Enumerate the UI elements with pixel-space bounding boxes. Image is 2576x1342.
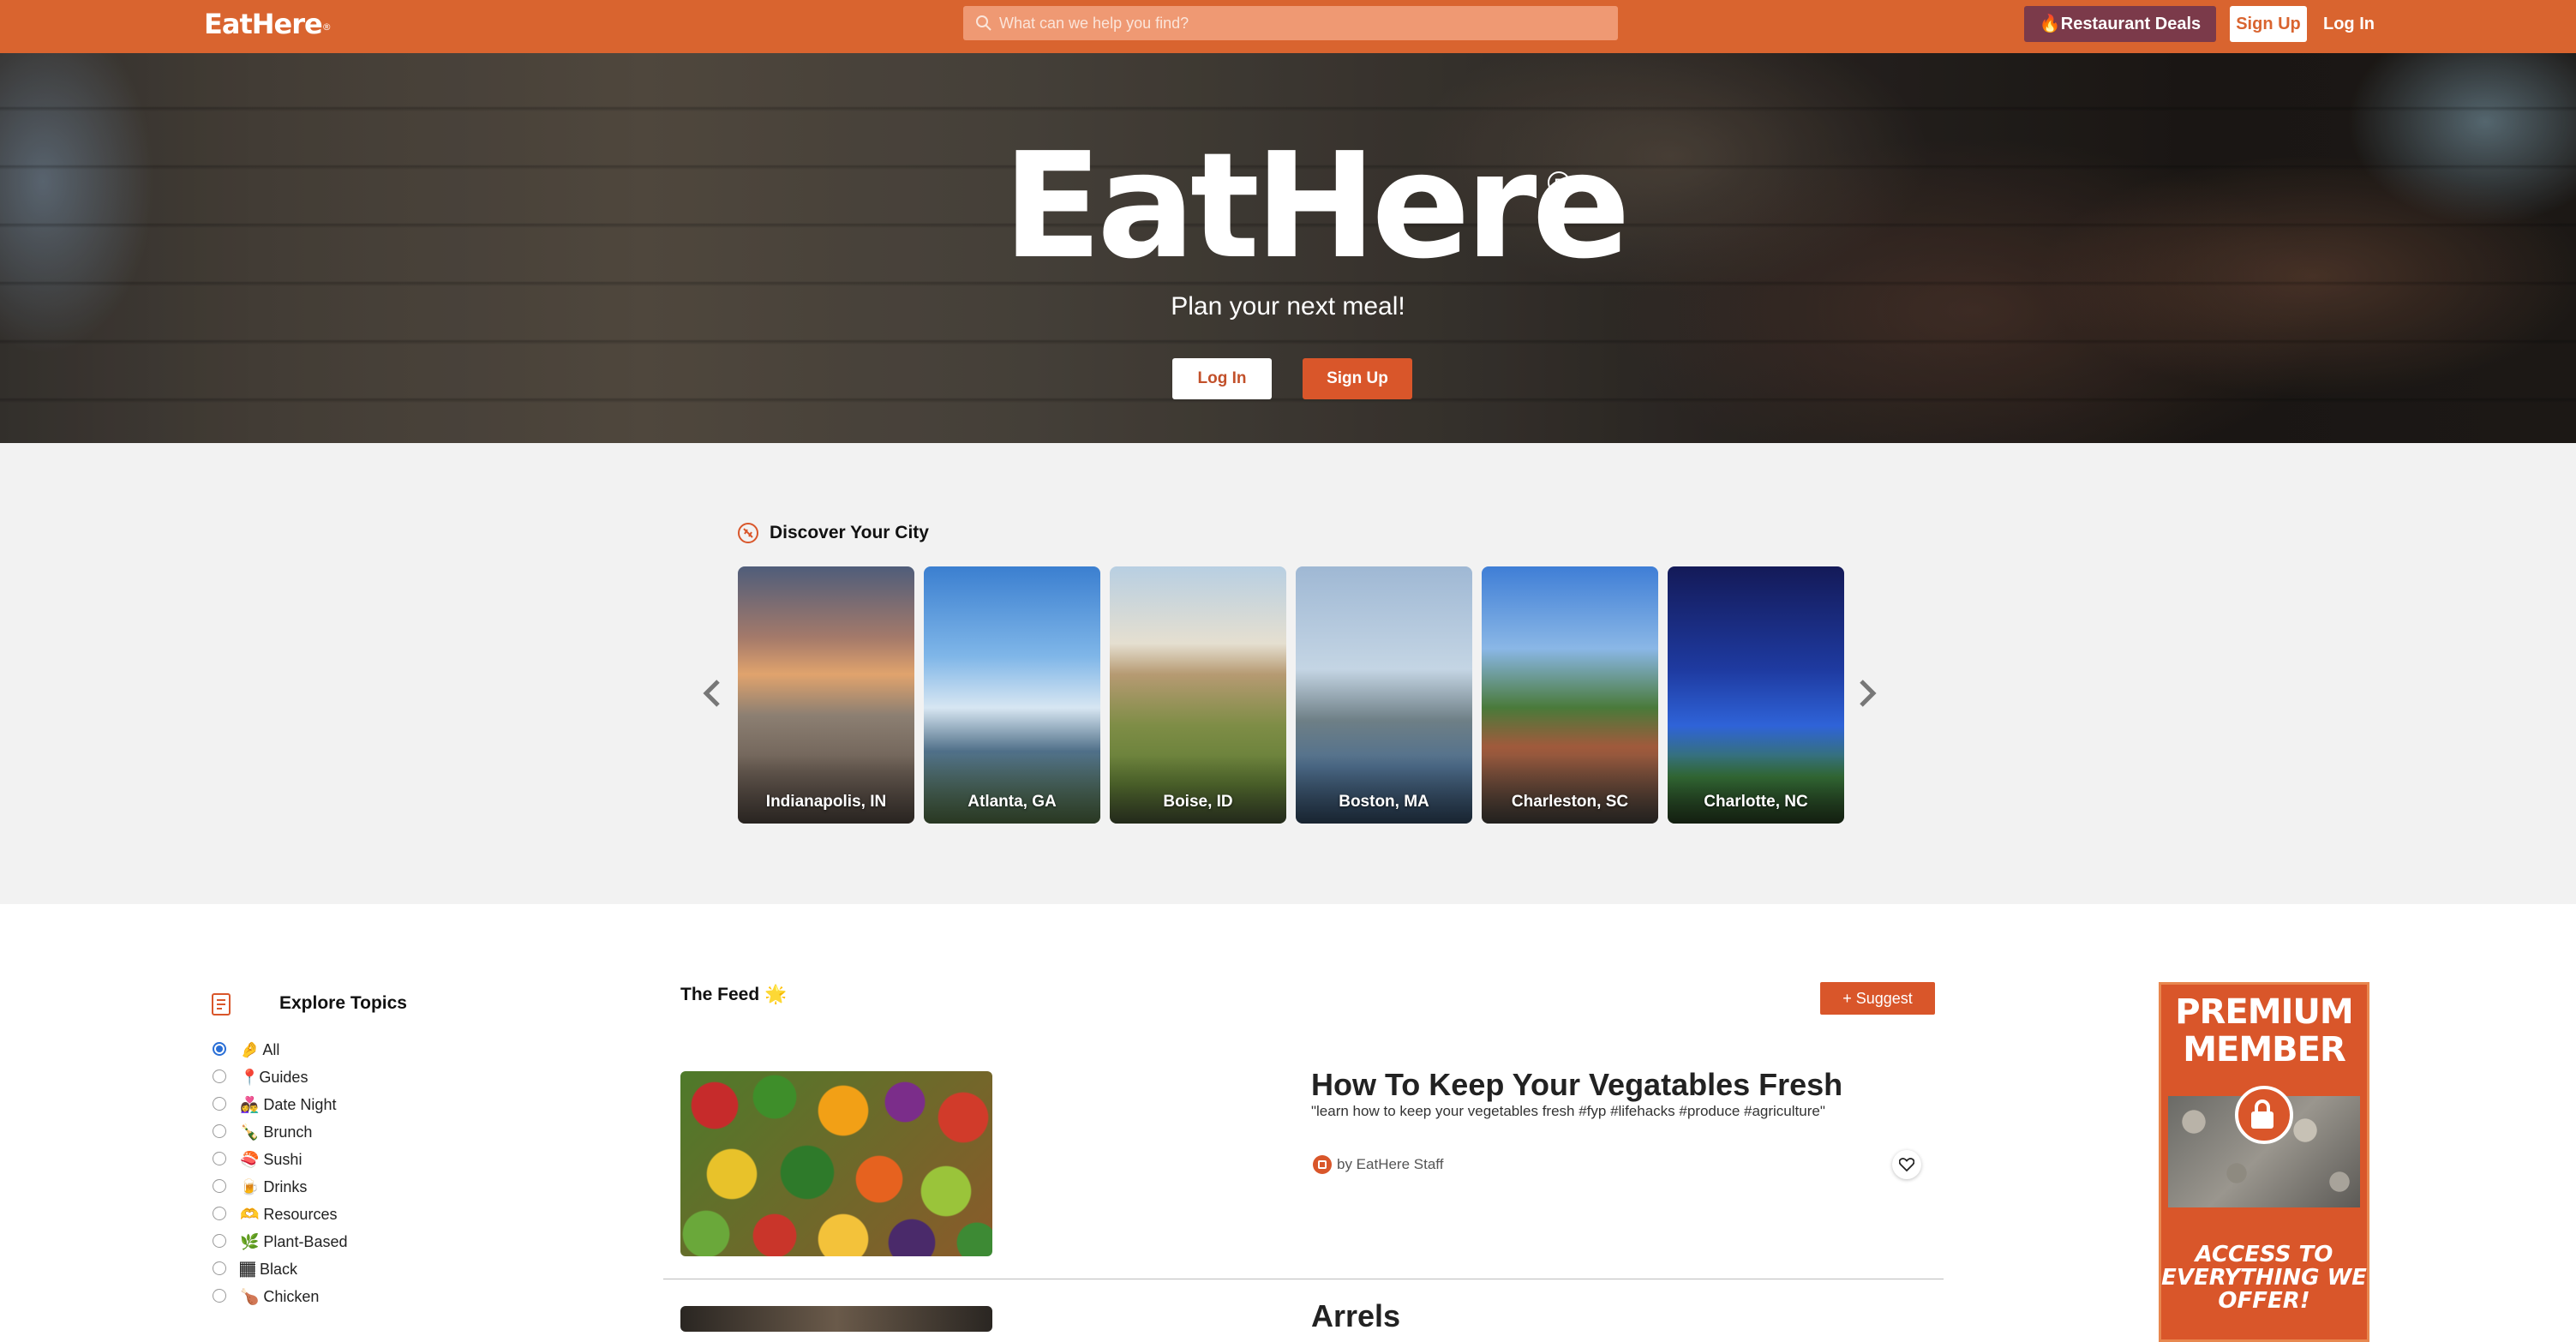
premium-member-ad[interactable]: PREMIUM MEMBER ACCESS TO EVERYTHING WE O… bbox=[2159, 982, 2369, 1342]
ad-headline: PREMIUM bbox=[2175, 992, 2353, 1032]
city-card-shade bbox=[924, 755, 1100, 824]
city-card-charlotte[interactable]: Charlotte, NC bbox=[1668, 566, 1844, 824]
author-avatar bbox=[1313, 1155, 1332, 1174]
hero-login-button[interactable]: Log In bbox=[1172, 358, 1272, 399]
top-navbar: EatHere® 🔥Restaurant Deals Sign Up Log I… bbox=[0, 0, 2576, 53]
city-name: Indianapolis, IN bbox=[765, 793, 887, 811]
hero-banner: EatHere R Plan your next meal! Log In Si… bbox=[0, 53, 2576, 443]
topic-label: 🍣 Sushi bbox=[240, 1151, 303, 1168]
radio-button[interactable] bbox=[213, 1289, 226, 1303]
heart-icon bbox=[1899, 1158, 1914, 1171]
city-card-shade bbox=[1482, 755, 1658, 824]
topic-label: 🍺 Drinks bbox=[240, 1178, 308, 1195]
city-name: Boston, MA bbox=[1339, 793, 1429, 811]
city-card-shade bbox=[1110, 755, 1286, 824]
feed-title: The Feed 🌟 bbox=[680, 985, 788, 1004]
radio-button[interactable] bbox=[213, 1069, 226, 1083]
topic-label: 🌿 Plant-Based bbox=[240, 1233, 348, 1250]
compass-icon bbox=[738, 523, 758, 543]
navbar-logo-mark: ® bbox=[321, 21, 332, 33]
radio-button[interactable] bbox=[213, 1234, 226, 1248]
navbar-login-button[interactable]: Log In bbox=[2317, 6, 2381, 42]
city-name: Charleston, SC bbox=[1511, 793, 1629, 811]
topic-label: 👩‍❤️‍👨 Date Night bbox=[240, 1096, 337, 1113]
hero-logo: EatHere bbox=[1003, 122, 1631, 291]
navbar-logo-text[interactable]: EatHere bbox=[204, 8, 323, 40]
restaurant-deals-button[interactable]: 🔥Restaurant Deals bbox=[2024, 6, 2216, 42]
topic-label: 📍Guides bbox=[240, 1069, 309, 1086]
hero-tagline: Plan your next meal! bbox=[1171, 292, 1405, 321]
navbar-signup-button[interactable]: Sign Up bbox=[2230, 6, 2307, 42]
city-card-boston[interactable]: Boston, MA bbox=[1296, 566, 1472, 824]
topics-list-icon bbox=[212, 993, 231, 1015]
post-description: "learn how to keep your vegetables fresh… bbox=[1311, 1103, 1825, 1119]
topic-label: 🫶 Resources bbox=[240, 1206, 338, 1223]
radio-button[interactable] bbox=[213, 1042, 226, 1056]
ad-headline-2: MEMBER bbox=[2183, 1030, 2346, 1069]
ad-tagline: ACCESS TO EVERYTHING WE OFFER! bbox=[2161, 1242, 2367, 1314]
registered-mark: R bbox=[1548, 171, 1570, 194]
search-bar[interactable] bbox=[963, 6, 1618, 40]
topic-label: 🏾 Black bbox=[240, 1261, 298, 1278]
post-title[interactable]: How To Keep Your Vegatables Fresh bbox=[1311, 1066, 1842, 1104]
city-card-indianapolis[interactable]: Indianapolis, IN bbox=[738, 566, 914, 824]
favorite-button[interactable] bbox=[1892, 1150, 1921, 1179]
radio-button[interactable] bbox=[213, 1124, 226, 1138]
city-name: Boise, ID bbox=[1163, 793, 1233, 811]
carousel-prev-icon[interactable] bbox=[699, 676, 725, 710]
discover-title: Discover Your City bbox=[770, 523, 929, 542]
topics-title: Explore Topics bbox=[279, 993, 407, 1013]
search-input[interactable] bbox=[999, 6, 1599, 40]
post-title[interactable]: Arrels bbox=[1311, 1297, 1400, 1335]
topic-label: 🍾 Brunch bbox=[240, 1123, 313, 1141]
navbar-logo[interactable]: EatHere® bbox=[204, 8, 332, 40]
radio-button[interactable] bbox=[213, 1261, 226, 1275]
search-icon bbox=[976, 15, 991, 31]
radio-button[interactable] bbox=[213, 1207, 226, 1220]
city-name: Atlanta, GA bbox=[967, 793, 1057, 811]
city-name: Charlotte, NC bbox=[1704, 793, 1808, 811]
carousel-next-icon[interactable] bbox=[1854, 676, 1880, 710]
topic-label: 🤌 All bbox=[240, 1041, 280, 1058]
radio-button[interactable] bbox=[213, 1097, 226, 1111]
discover-section: Discover Your City Indianapolis, IN Atla… bbox=[0, 443, 2576, 904]
topic-label: 🍗 Chicken bbox=[240, 1288, 320, 1305]
post-image[interactable] bbox=[680, 1071, 992, 1256]
city-card-atlanta[interactable]: Atlanta, GA bbox=[924, 566, 1100, 824]
post-image[interactable] bbox=[680, 1306, 992, 1332]
city-card-shade bbox=[738, 755, 914, 824]
suggest-button[interactable]: + Suggest bbox=[1820, 982, 1935, 1015]
lock-icon bbox=[2235, 1086, 2293, 1144]
city-card-shade bbox=[1668, 755, 1844, 824]
city-card-charleston[interactable]: Charleston, SC bbox=[1482, 566, 1658, 824]
radio-button[interactable] bbox=[213, 1152, 226, 1165]
city-card-shade bbox=[1296, 755, 1472, 824]
hero-signup-button[interactable]: Sign Up bbox=[1303, 358, 1412, 399]
radio-button[interactable] bbox=[213, 1179, 226, 1193]
city-card-boise[interactable]: Boise, ID bbox=[1110, 566, 1286, 824]
post-author: by EatHere Staff bbox=[1337, 1156, 1444, 1172]
